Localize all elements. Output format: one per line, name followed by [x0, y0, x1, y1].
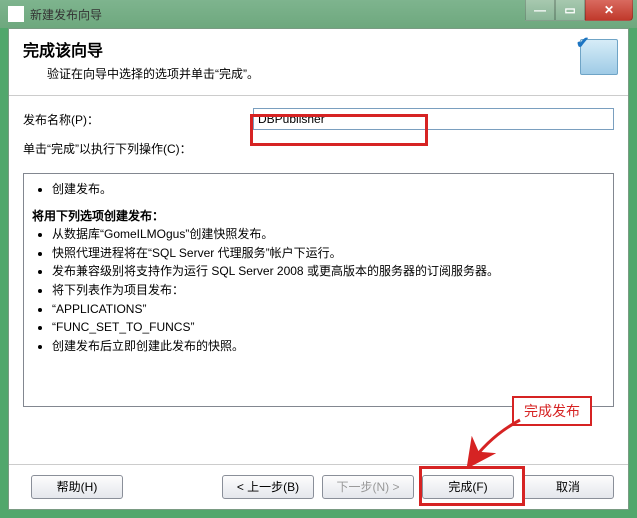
summary-line: 发布兼容级别将支持作为运行 SQL Server 2008 或更高版本的服务器的… — [52, 262, 605, 281]
wizard-icon: ✔ — [578, 35, 618, 75]
minimize-button[interactable]: — — [525, 0, 555, 21]
summary-line: 从数据库“GomeILMOgus”创建快照发布。 — [52, 225, 605, 244]
summary-line: 将下列表作为项目发布： — [52, 281, 605, 300]
cancel-button[interactable]: 取消 — [522, 475, 614, 499]
publish-name-label: 发布名称(P)： — [23, 111, 253, 128]
summary-line: 快照代理进程将在“SQL Server 代理服务”帐户下运行。 — [52, 244, 605, 263]
button-bar: 帮助(H) < 上一步(B) 下一步(N) > 完成(F) 取消 — [9, 464, 628, 509]
help-button[interactable]: 帮助(H) — [31, 475, 123, 499]
summary-line: 创建发布后立即创建此发布的快照。 — [52, 337, 605, 356]
summary-table-item: “FUNC_SET_TO_FUNCS” — [52, 318, 605, 337]
summary-line: 创建发布。 — [52, 180, 605, 199]
maximize-button[interactable]: ▭ — [555, 0, 585, 21]
dialog-body: 完成该向导 验证在向导中选择的选项并单击“完成”。 ✔ 发布名称(P)： 单击“… — [8, 28, 629, 510]
summary-table-item: “APPLICATIONS” — [52, 300, 605, 319]
title-bar: 新建发布向导 — ▭ ✕ — [0, 0, 637, 28]
back-button[interactable]: < 上一步(B) — [222, 475, 314, 499]
window-controls: — ▭ ✕ — [525, 0, 633, 21]
publish-name-input[interactable] — [253, 108, 614, 130]
page-subtitle: 验证在向导中选择的选项并单击“完成”。 — [47, 65, 614, 82]
finish-button[interactable]: 完成(F) — [422, 475, 514, 499]
close-button[interactable]: ✕ — [585, 0, 633, 21]
wizard-header: 完成该向导 验证在向导中选择的选项并单击“完成”。 ✔ — [9, 29, 628, 96]
instruction-text: 单击“完成”以执行下列操作(C)： — [23, 140, 614, 157]
window-title: 新建发布向导 — [30, 6, 102, 23]
summary-box[interactable]: 创建发布。 将用下列选项创建发布： 从数据库“GomeILMOgus”创建快照发… — [23, 173, 614, 407]
next-button: 下一步(N) > — [322, 475, 414, 499]
app-icon — [8, 6, 24, 22]
summary-heading: 将用下列选项创建发布： — [32, 207, 605, 226]
form-area: 发布名称(P)： 单击“完成”以执行下列操作(C)： — [9, 96, 628, 173]
page-title: 完成该向导 — [23, 37, 614, 61]
